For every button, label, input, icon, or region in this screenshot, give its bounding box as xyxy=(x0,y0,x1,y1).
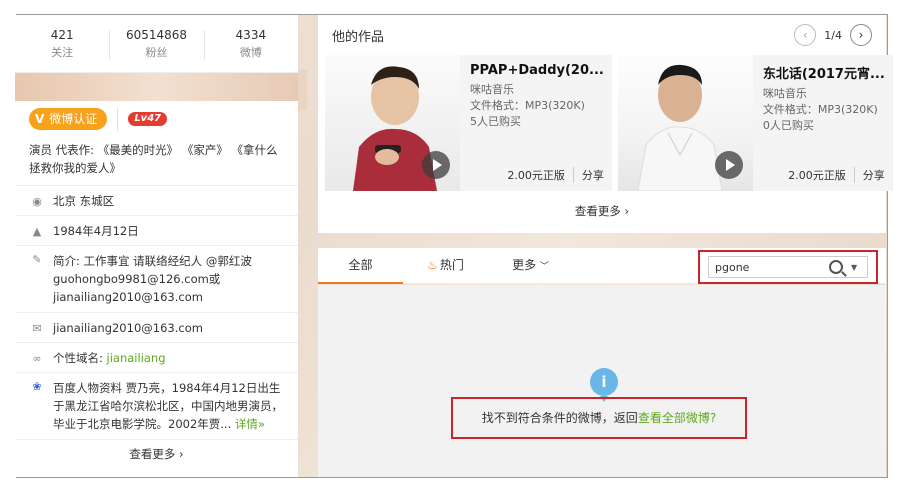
next-page-button[interactable]: › xyxy=(850,24,872,46)
works-more-link[interactable]: 查看更多 › xyxy=(318,191,886,231)
decorative-band xyxy=(15,73,298,101)
stat-label: 粉丝 xyxy=(145,45,168,59)
work-source: 咪咕音乐 xyxy=(762,87,807,100)
pencil-icon: ✎ xyxy=(32,253,42,266)
empty-message: 找不到符合条件的微博，返回查看全部微博? xyxy=(451,397,747,439)
search-input[interactable] xyxy=(715,260,825,274)
work-actions: 2.00元正版 分享 xyxy=(507,167,612,183)
birthday-text: 1984年4月12日 xyxy=(53,223,139,238)
prev-page-button[interactable]: ‹ xyxy=(794,24,817,46)
page-indicator: 1/4 xyxy=(824,28,842,42)
work-actions: 2.00元正版 分享 xyxy=(788,167,893,183)
feed-area: i 找不到符合条件的微博，返回查看全部微博? xyxy=(318,285,886,477)
email-text: jianailiang2010@163.com xyxy=(53,320,203,335)
tab-hot[interactable]: ♨ 热门 xyxy=(403,248,488,284)
birthday-row: ▲ 1984年4月12日 xyxy=(15,216,298,246)
work-cover[interactable] xyxy=(617,55,753,191)
feed-search[interactable]: ▼ xyxy=(708,256,868,278)
work-source: 咪咕音乐 xyxy=(470,83,514,96)
divider xyxy=(117,107,119,131)
stat-label: 关注 xyxy=(51,45,74,59)
paw-icon: ❀ xyxy=(32,380,42,393)
verify-badge[interactable]: V 微博认证 xyxy=(29,108,108,130)
stats-bar: 421 关注 60514868 粉丝 4334 微博 xyxy=(15,15,298,73)
location-row: ◉ 北京 东城区 xyxy=(15,186,298,216)
stat-followers[interactable]: 60514868 粉丝 xyxy=(109,26,203,62)
cake-icon: ▲ xyxy=(32,224,42,238)
chevron-right-icon: › xyxy=(858,28,864,42)
works-list: PPAP+Daddy(20... 咪咕音乐 文件格式：MP3(320K) 5人已… xyxy=(318,55,893,191)
work-title[interactable]: PPAP+Daddy(20... xyxy=(470,63,604,78)
baike-container: 百度人物资料 贾乃亮，1984年4月12日出生于黑龙江省哈尔滨松北区，中国内地男… xyxy=(53,379,298,433)
works-header: 他的作品 ‹ 1/4 › xyxy=(318,15,886,55)
stat-number: 60514868 xyxy=(125,27,188,42)
stat-number: 4334 xyxy=(235,27,267,42)
domain-label: 个性域名: xyxy=(53,350,103,365)
baike-detail-link[interactable]: 详情» xyxy=(235,417,265,431)
baike-row: ❀ 百度人物资料 贾乃亮，1984年4月12日出生于黑龙江省哈尔滨松北区，中国内… xyxy=(15,373,298,440)
work-format: 文件格式：MP3(320K) xyxy=(762,103,878,116)
buy-button[interactable]: 2.00元正版 xyxy=(788,167,855,183)
tab-more[interactable]: 更多 ﹀ xyxy=(488,248,573,284)
location-text: 北京 东城区 xyxy=(53,193,115,208)
work-cover[interactable] xyxy=(325,55,460,191)
works-title: 他的作品 xyxy=(332,29,385,45)
level-badge[interactable]: Lv47 xyxy=(128,112,168,126)
work-buyers: 0人已购买 xyxy=(762,119,814,132)
share-button[interactable]: 分享 xyxy=(582,167,612,183)
tab-more-label: 更多 xyxy=(512,257,537,272)
work-buyers: 5人已购买 xyxy=(470,115,521,128)
empty-text: 找不到符合条件的微博，返回 xyxy=(481,411,638,425)
profile-sidebar: 421 关注 60514868 粉丝 4334 微博 V 微博认证 Lv47 演… xyxy=(15,15,298,477)
work-title[interactable]: 东北话(2017元宵... xyxy=(763,63,885,82)
caret-down-icon[interactable]: ▼ xyxy=(851,263,857,272)
mail-icon: ✉ xyxy=(32,321,42,335)
link-icon: ∞ xyxy=(32,351,42,365)
badge-row: V 微博认证 Lv47 xyxy=(15,101,298,137)
play-icon[interactable] xyxy=(422,151,450,179)
stat-following[interactable]: 421 关注 xyxy=(15,26,109,62)
share-button[interactable]: 分享 xyxy=(863,167,893,183)
domain-link[interactable]: jianailiang xyxy=(107,351,166,365)
tab-all[interactable]: 全部 xyxy=(318,248,403,284)
play-icon[interactable] xyxy=(714,151,743,179)
profile-more-link[interactable]: 查看更多 › xyxy=(15,440,298,468)
chevron-down-icon: ﹀ xyxy=(539,261,549,272)
bio-row: ✎ 简介: 工作事宜 请联络经纪人 @郭红波 guohongbo9981@126… xyxy=(15,246,298,313)
work-format: 文件格式：MP3(320K) xyxy=(470,99,585,112)
email-row: ✉ jianailiang2010@163.com xyxy=(15,313,298,343)
profile-description: 演员 代表作: 《最美的时光》 《家产》 《拿什么拯救你我的爱人》 xyxy=(15,137,298,186)
location-pin-icon: ◉ xyxy=(32,194,42,208)
flame-icon: ♨ xyxy=(427,257,438,272)
buy-button[interactable]: 2.00元正版 xyxy=(507,167,574,183)
work-info: PPAP+Daddy(20... 咪咕音乐 文件格式：MP3(320K) 5人已… xyxy=(460,55,612,191)
stat-label: 微博 xyxy=(239,45,262,59)
v-icon: V xyxy=(35,112,45,126)
works-panel: 他的作品 ‹ 1/4 › PPAP+Daddy(20... 咪咕音乐 文件格式：… xyxy=(318,15,893,233)
stat-posts[interactable]: 4334 微博 xyxy=(203,26,298,62)
tab-hot-label: 热门 xyxy=(439,257,464,272)
view-all-posts-link[interactable]: 查看全部微博? xyxy=(638,411,716,425)
work-info: 东北话(2017元宵... 咪咕音乐 文件格式：MP3(320K) 0人已购买 … xyxy=(753,55,893,191)
domain-container: 个性域名: jianailiang xyxy=(53,349,174,367)
verify-label: 微博认证 xyxy=(49,112,98,126)
stat-number: 421 xyxy=(50,27,74,42)
works-pager: ‹ 1/4 › xyxy=(794,24,872,46)
search-highlight-box: ▼ xyxy=(698,250,878,284)
chevron-left-icon: ‹ xyxy=(802,28,808,42)
info-icon: i xyxy=(590,368,618,402)
bio-text: 简介: 工作事宜 请联络经纪人 @郭红波 guohongbo9981@126.c… xyxy=(53,254,252,304)
work-card[interactable]: 东北话(2017元宵... 咪咕音乐 文件格式：MP3(320K) 0人已购买 … xyxy=(617,55,893,191)
work-card[interactable]: PPAP+Daddy(20... 咪咕音乐 文件格式：MP3(320K) 5人已… xyxy=(325,55,612,191)
search-icon[interactable] xyxy=(829,260,843,274)
domain-row: ∞ 个性域名: jianailiang xyxy=(15,343,298,373)
